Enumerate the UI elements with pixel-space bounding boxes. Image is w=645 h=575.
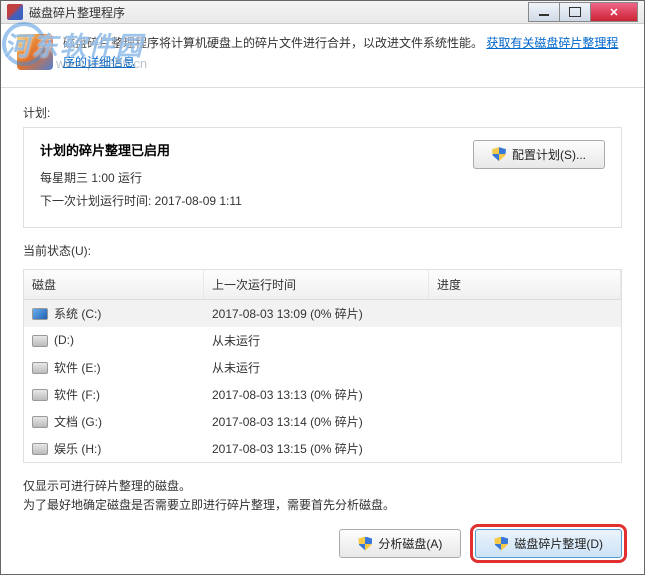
close-button[interactable] bbox=[590, 2, 638, 22]
disk-cell: 软件 (F:) bbox=[24, 384, 204, 405]
titlebar[interactable]: 磁盘碎片整理程序 bbox=[1, 1, 644, 24]
footer-text: 仅显示可进行碎片整理的磁盘。 为了最好地确定磁盘是否需要立即进行碎片整理，需要首… bbox=[23, 477, 622, 515]
disk-name: 娱乐 (H:) bbox=[54, 442, 101, 456]
disk-name: 文档 (G:) bbox=[54, 415, 102, 429]
disk-cell: 系统 (C:) bbox=[24, 303, 204, 324]
drive-icon bbox=[32, 389, 48, 401]
header-panel: 磁盘碎片整理程序将计算机硬盘上的碎片文件进行合并，以改进文件系统性能。 获取有关… bbox=[1, 24, 644, 87]
maximize-button[interactable] bbox=[559, 2, 591, 22]
disk-name: 软件 (F:) bbox=[54, 388, 100, 402]
defragment-label: 磁盘碎片整理(D) bbox=[514, 535, 603, 552]
disk-cell: 文档 (G:) bbox=[24, 411, 204, 432]
drive-icon bbox=[32, 335, 48, 347]
last-run-cell: 2017-08-03 13:13 (0% 碎片) bbox=[204, 384, 429, 405]
col-last-run[interactable]: 上一次运行时间 bbox=[204, 270, 429, 299]
progress-cell bbox=[429, 446, 621, 450]
header-text: 磁盘碎片整理程序将计算机硬盘上的碎片文件进行合并，以改进文件系统性能。 获取有关… bbox=[63, 34, 628, 72]
disk-cell: 软件 (E:) bbox=[24, 357, 204, 378]
table-row[interactable]: 娱乐 (H:) 2017-08-03 13:15 (0% 碎片) bbox=[24, 435, 621, 462]
table-header: 磁盘 上一次运行时间 进度 bbox=[24, 270, 621, 300]
table-row[interactable]: 软件 (F:) 2017-08-03 13:13 (0% 碎片) bbox=[24, 381, 621, 408]
plan-info: 计划的碎片整理已启用 每星期三 1:00 运行 下一次计划运行时间: 2017-… bbox=[40, 140, 453, 215]
progress-cell bbox=[429, 392, 621, 396]
footer-buttons: 分析磁盘(A) 磁盘碎片整理(D) bbox=[23, 529, 622, 558]
table-row[interactable]: 软件 (E:) 从未运行 bbox=[24, 354, 621, 381]
analyze-label: 分析磁盘(A) bbox=[378, 535, 442, 552]
progress-cell bbox=[429, 365, 621, 369]
last-run-cell: 从未运行 bbox=[204, 357, 429, 378]
plan-panel: 计划的碎片整理已启用 每星期三 1:00 运行 下一次计划运行时间: 2017-… bbox=[23, 127, 622, 228]
progress-cell bbox=[429, 338, 621, 342]
table-row[interactable]: 系统 (C:) 2017-08-03 13:09 (0% 碎片) bbox=[24, 300, 621, 327]
col-disk[interactable]: 磁盘 bbox=[24, 270, 204, 299]
drive-icon bbox=[32, 443, 48, 455]
disk-name: 软件 (E:) bbox=[54, 361, 101, 375]
last-run-cell: 2017-08-03 13:14 (0% 碎片) bbox=[204, 411, 429, 432]
plan-section-label: 计划: bbox=[23, 104, 622, 121]
app-icon bbox=[7, 4, 23, 20]
body-area: 计划: 计划的碎片整理已启用 每星期三 1:00 运行 下一次计划运行时间: 2… bbox=[1, 88, 644, 574]
plan-next-run: 下一次计划运行时间: 2017-08-09 1:11 bbox=[40, 192, 453, 209]
progress-cell bbox=[429, 419, 621, 423]
status-section-label: 当前状态(U): bbox=[23, 242, 622, 259]
defrag-icon bbox=[17, 34, 53, 70]
last-run-cell: 2017-08-03 13:15 (0% 碎片) bbox=[204, 438, 429, 459]
window-controls bbox=[529, 2, 638, 22]
drive-icon bbox=[32, 362, 48, 374]
table-row[interactable]: (D:) 从未运行 bbox=[24, 327, 621, 354]
drive-icon bbox=[32, 416, 48, 428]
shield-icon bbox=[358, 537, 372, 551]
window-frame: 磁盘碎片整理程序 磁盘碎片整理程序将计算机硬盘上的碎片文件进行合并，以改进文件系… bbox=[0, 0, 645, 575]
last-run-cell: 2017-08-03 13:09 (0% 碎片) bbox=[204, 303, 429, 324]
table-body: 系统 (C:)2017-08-03 13:09 (0% 碎片)(D:)从未运行软… bbox=[24, 300, 621, 462]
plan-title: 计划的碎片整理已启用 bbox=[40, 140, 453, 159]
defragment-button[interactable]: 磁盘碎片整理(D) bbox=[475, 529, 622, 558]
disk-name: 系统 (C:) bbox=[54, 307, 101, 321]
table-row[interactable]: 文档 (G:) 2017-08-03 13:14 (0% 碎片) bbox=[24, 408, 621, 435]
footer-line2: 为了最好地确定磁盘是否需要立即进行碎片整理，需要首先分析磁盘。 bbox=[23, 496, 622, 515]
last-run-cell: 从未运行 bbox=[204, 330, 429, 351]
footer-line1: 仅显示可进行碎片整理的磁盘。 bbox=[23, 477, 622, 496]
disk-table: 磁盘 上一次运行时间 进度 系统 (C:) 2017-08-03 13:09 (0… bbox=[23, 269, 622, 463]
windows-drive-icon bbox=[32, 308, 48, 320]
progress-cell bbox=[429, 311, 621, 315]
disk-name: (D:) bbox=[54, 333, 74, 347]
header-description: 磁盘碎片整理程序将计算机硬盘上的碎片文件进行合并，以改进文件系统性能。 bbox=[63, 36, 483, 50]
shield-icon bbox=[492, 147, 506, 161]
minimize-button[interactable] bbox=[528, 2, 560, 22]
configure-schedule-label: 配置计划(S)... bbox=[512, 146, 586, 163]
col-progress[interactable]: 进度 bbox=[429, 270, 621, 299]
disk-cell: (D:) bbox=[24, 331, 204, 349]
plan-schedule: 每星期三 1:00 运行 bbox=[40, 169, 453, 186]
disk-cell: 娱乐 (H:) bbox=[24, 438, 204, 459]
window-title: 磁盘碎片整理程序 bbox=[29, 4, 529, 21]
shield-icon bbox=[494, 537, 508, 551]
configure-schedule-button[interactable]: 配置计划(S)... bbox=[473, 140, 605, 169]
analyze-button[interactable]: 分析磁盘(A) bbox=[339, 529, 461, 558]
